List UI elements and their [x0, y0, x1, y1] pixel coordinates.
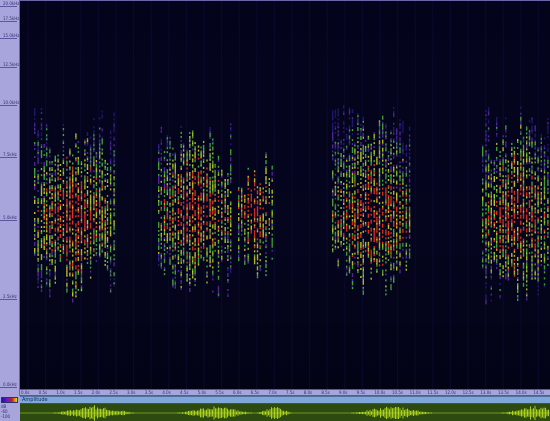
spectrogram-viewer: 20.0kHz 17.5kHz 15.0kHz 12.5kHz 10.0kHz …: [0, 0, 550, 421]
color-scale-swatch: [1, 397, 18, 403]
spectrogram-image: [27, 1, 549, 389]
freq-tick-label: 0.0kHz: [0, 382, 17, 388]
freq-tick-label: 7.5kHz: [0, 152, 17, 158]
freq-tick-label: 2.5kHz: [0, 294, 17, 300]
freq-tick-label: 10.0kHz: [0, 100, 20, 106]
freq-tick-label: 5.0kHz: [0, 215, 17, 221]
time-axis[interactable]: 0.0s 0.5s 1.0s 1.5s 2.0s 2.5s 3.0s 3.5s 4.0s 4.5s…: [20, 389, 550, 396]
spectrogram-panel[interactable]: [20, 0, 550, 389]
color-scale-value: -100: [1, 414, 11, 419]
waveform-image: [20, 405, 550, 421]
freq-tick-label: 12.5kHz: [0, 62, 20, 68]
frequency-ruler[interactable]: 20.0kHz 17.5kHz 15.0kHz 12.5kHz 10.0kHz …: [0, 0, 20, 421]
freq-tick-label: 17.5kHz: [0, 16, 20, 22]
color-scale: dB -60 -100: [0, 396, 20, 421]
waveform-panel[interactable]: [20, 403, 550, 421]
freq-tick-label: 15.0kHz: [0, 33, 20, 39]
amplitude-header: Amplitude: [20, 396, 550, 403]
freq-tick-label: 20.0kHz: [0, 1, 20, 7]
